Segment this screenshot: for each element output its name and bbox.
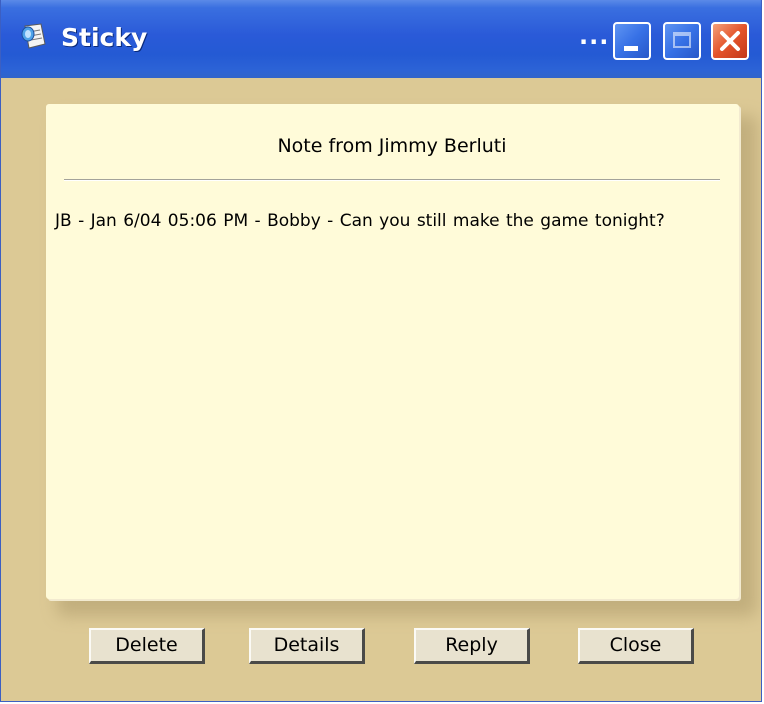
close-icon [720, 31, 740, 51]
sticky-window: Sticky ... Note from Jimmy Berluti JB - … [0, 0, 762, 702]
reply-button[interactable]: Reply [414, 628, 530, 664]
minimize-button[interactable] [613, 22, 651, 60]
close-window-button[interactable] [711, 22, 749, 60]
note-divider [64, 179, 720, 181]
maximize-button[interactable] [663, 22, 701, 60]
maximize-icon [673, 32, 691, 48]
title-ellipsis: ... [579, 22, 610, 50]
delete-button[interactable]: Delete [89, 628, 205, 664]
details-button[interactable]: Details [249, 628, 365, 664]
title-bar[interactable]: Sticky ... [1, 0, 761, 78]
close-button[interactable]: Close [578, 628, 694, 664]
sticky-note: Note from Jimmy Berluti JB - Jan 6/04 05… [46, 104, 739, 599]
minimize-icon [624, 46, 638, 51]
window-title: Sticky [61, 23, 148, 52]
note-message: JB - Jan 6/04 05:06 PM - Bobby - Can you… [55, 211, 665, 231]
note-title: Note from Jimmy Berluti [277, 135, 507, 157]
document-icon [19, 22, 53, 54]
